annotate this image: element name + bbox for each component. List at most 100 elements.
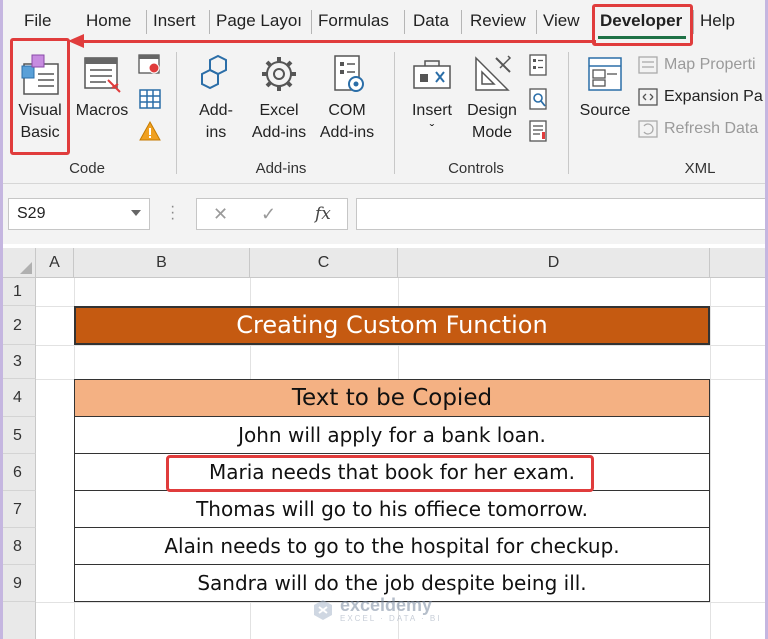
formula-input[interactable] (356, 198, 768, 230)
macros-icon (84, 57, 121, 93)
watermark-name: exceldemy (340, 595, 433, 615)
refresh-data-icon (638, 120, 658, 138)
run-dialog-icon[interactable] (528, 120, 548, 142)
watermark-tagline: EXCEL · DATA · BI (340, 614, 442, 623)
toolbox-icon (413, 60, 451, 89)
row-header-10[interactable] (0, 602, 36, 639)
macro-security-icon[interactable] (138, 120, 162, 142)
table-header-cell[interactable]: Text to be Copied (74, 379, 710, 417)
row-header-6[interactable]: 6 (0, 454, 36, 491)
refresh-data-button[interactable]: Refresh Data (638, 120, 758, 138)
row-header-2[interactable]: 2 (0, 306, 36, 345)
row-header-9[interactable]: 9 (0, 565, 36, 602)
table-row[interactable]: Alain needs to go to the hospital for ch… (74, 528, 710, 565)
expansion-packs-icon (638, 88, 658, 106)
watermark: exceldemy EXCEL · DATA · BI (312, 596, 441, 623)
select-all-button[interactable] (0, 248, 36, 278)
worksheet-grid: A B C D 1 2 3 4 5 6 7 8 9 Creating Custo… (0, 244, 768, 639)
macros-label: Macros (75, 102, 129, 119)
com-add-ins-label-1: COM (328, 102, 366, 119)
map-properties-label: Map Properti (664, 56, 756, 73)
tab-separator (146, 10, 147, 34)
row-header-8[interactable]: 8 (0, 528, 36, 565)
insert-function-icon[interactable]: fx (315, 204, 331, 224)
expansion-packs-button[interactable]: Expansion Pa (638, 88, 763, 106)
row-header-5[interactable]: 5 (0, 417, 36, 454)
view-code-icon[interactable] (528, 88, 548, 110)
tab-separator (693, 10, 694, 34)
properties-icon[interactable] (528, 54, 548, 76)
column-header-a[interactable]: A (36, 248, 74, 278)
tab-page-layout[interactable]: Page Layoı (216, 11, 306, 31)
tab-view[interactable]: View (543, 11, 580, 31)
add-ins-button[interactable]: Add- ins (192, 52, 240, 144)
code-group-label: Code (69, 160, 105, 177)
excel-add-ins-label-1: Excel (259, 102, 299, 119)
expansion-packs-label: Expansion Pa (664, 88, 763, 105)
column-header-c[interactable]: C (250, 248, 398, 278)
tab-review[interactable]: Review (470, 11, 526, 31)
column-header-e[interactable] (710, 248, 768, 278)
tab-data[interactable]: Data (413, 11, 449, 31)
com-add-ins-icon (334, 55, 364, 92)
map-properties-icon (638, 56, 658, 74)
map-properties-button[interactable]: Map Properti (638, 56, 756, 74)
tab-separator (209, 10, 210, 34)
tab-formulas[interactable]: Formulas (318, 11, 389, 31)
ribbon: Visual Basic Macros Code Add- ins Excel … (0, 46, 768, 184)
tab-separator (461, 10, 462, 34)
excel-add-ins-button[interactable]: Excel Add-ins (248, 52, 310, 144)
row-header-4[interactable]: 4 (0, 379, 36, 417)
excel-add-ins-label-2: Add-ins (251, 124, 307, 141)
insert-controls-button[interactable]: Insert ˇ (406, 52, 458, 136)
controls-group-label: Controls (448, 160, 504, 177)
group-separator (568, 52, 569, 174)
gear-icon (262, 57, 296, 91)
tab-help[interactable]: Help (700, 11, 735, 31)
gridline (710, 278, 711, 639)
macros-button[interactable]: Macros (74, 52, 130, 122)
name-box-value: S29 (17, 205, 46, 222)
add-ins-label-1: Add- (199, 102, 233, 119)
title-cell[interactable]: Creating Custom Function (74, 306, 710, 345)
group-separator (176, 52, 177, 174)
arrow-shaft (82, 40, 596, 43)
table-row[interactable]: John will apply for a bank loan. (74, 417, 710, 454)
add-ins-label-2: ins (205, 124, 227, 141)
xml-group-label: XML (684, 160, 716, 177)
more-options-icon[interactable]: · · · (170, 199, 176, 227)
design-mode-label-1: Design (467, 102, 517, 119)
formula-buttons: ✕ ✓ fx (196, 198, 348, 230)
arrow-head-icon (68, 34, 84, 48)
tab-separator (536, 10, 537, 34)
group-separator (394, 52, 395, 174)
tab-insert[interactable]: Insert (153, 11, 196, 31)
table-row[interactable]: Thomas will go to his offiece tomorrow. (74, 491, 710, 528)
name-box[interactable]: S29 (8, 198, 150, 230)
enter-icon[interactable]: ✓ (261, 204, 276, 225)
tab-file[interactable]: File (24, 11, 51, 31)
row-header-7[interactable]: 7 (0, 491, 36, 528)
row-header-1[interactable]: 1 (0, 278, 36, 306)
developer-tab-highlight (592, 4, 693, 46)
column-header-d[interactable]: D (398, 248, 710, 278)
chevron-down-icon: ˇ (429, 121, 435, 137)
cancel-icon[interactable]: ✕ (213, 204, 228, 225)
record-macro-icon[interactable] (138, 54, 162, 76)
tab-home[interactable]: Home (86, 11, 131, 31)
row-header-3[interactable]: 3 (0, 345, 36, 379)
chevron-down-icon[interactable] (131, 210, 141, 216)
gridline (36, 345, 768, 346)
refresh-data-label: Refresh Data (664, 120, 759, 137)
add-ins-group-label: Add-ins (255, 160, 307, 177)
tab-separator (311, 10, 312, 34)
com-add-ins-button[interactable]: COM Add-ins (316, 52, 378, 144)
com-add-ins-label-2: Add-ins (319, 124, 375, 141)
design-mode-icon (475, 55, 512, 91)
relative-references-icon[interactable] (138, 88, 162, 110)
design-mode-label-2: Mode (471, 124, 513, 141)
select-all-triangle-icon (20, 262, 32, 274)
xml-source-button[interactable]: Source (576, 52, 634, 122)
column-header-b[interactable]: B (74, 248, 250, 278)
design-mode-button[interactable]: Design Mode (464, 52, 520, 144)
